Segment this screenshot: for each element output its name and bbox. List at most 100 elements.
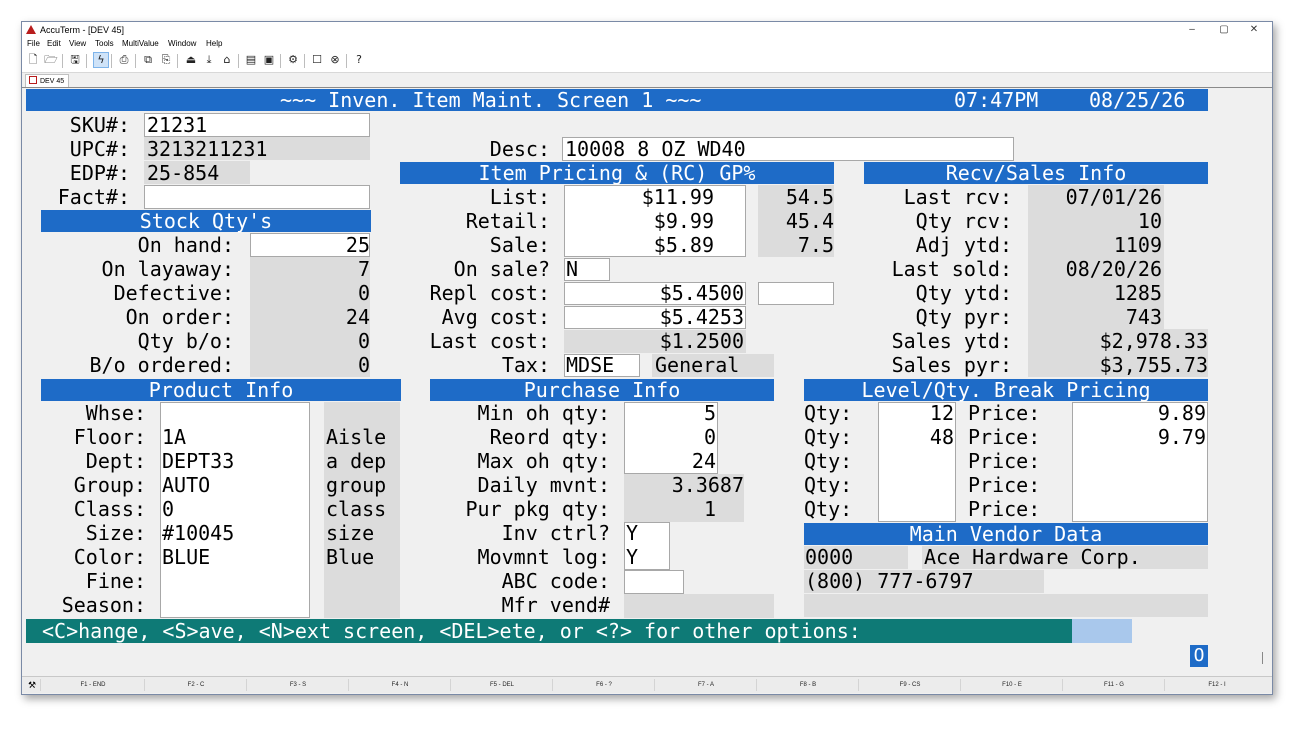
- window-title: AccuTerm - [DEV 45]: [40, 25, 125, 35]
- disconnect-icon[interactable]: ⌂: [220, 53, 234, 67]
- menu-edit[interactable]: Edit: [47, 38, 61, 50]
- abc-code-field[interactable]: [624, 570, 684, 594]
- adj-ytd-label: Adj ytd:: [915, 233, 1012, 257]
- tax-desc-value: General: [655, 353, 740, 377]
- maximize-square-icon[interactable]: ☐: [310, 53, 324, 67]
- desc-value: 10008 8 OZ WD40: [565, 137, 746, 161]
- color-label: Color:: [73, 545, 146, 569]
- open-folder-icon[interactable]: 🗁: [44, 53, 58, 67]
- menu-view[interactable]: View: [69, 38, 86, 50]
- toolbar-separator: [238, 54, 239, 68]
- desc-label: Desc:: [489, 137, 550, 161]
- item-pricing-header: Item Pricing & (RC) GP%: [400, 162, 834, 184]
- break-price-value: [1072, 449, 1206, 473]
- daily-mvnt-value: 3.3687: [671, 473, 744, 497]
- command-input[interactable]: [1072, 619, 1132, 643]
- main-vendor-header: Main Vendor Data: [804, 523, 1208, 545]
- adj-ytd-value: 1109: [1113, 233, 1162, 257]
- on-layaway-label: On layaway:: [101, 257, 234, 281]
- on-order-value: 24: [345, 305, 370, 329]
- help-question-icon[interactable]: ?: [352, 53, 366, 67]
- last-sold-label: Last sold:: [891, 257, 1012, 281]
- class-label: Class:: [73, 497, 146, 521]
- fkey-f5[interactable]: F5 - DEL: [450, 679, 553, 691]
- break-price-label: Price:: [968, 497, 1041, 521]
- stock-qty-header: Stock Qty's: [41, 210, 371, 232]
- inv-ctrl-value: Y: [626, 521, 639, 545]
- repl-cost-extra-field[interactable]: [758, 282, 834, 305]
- fkey-f9[interactable]: F9 - CS: [858, 679, 961, 691]
- list-label: List:: [489, 185, 550, 209]
- fkey-f4[interactable]: F4 - N: [348, 679, 451, 691]
- qty-pyr-value: 743: [1125, 305, 1162, 329]
- toolbar-separator: [304, 54, 305, 68]
- fkey-f6[interactable]: F6 - ?: [552, 679, 655, 691]
- menu-help[interactable]: Help: [206, 38, 222, 50]
- keyboard-icon: ⚒: [28, 680, 37, 690]
- on-order-label: On order:: [125, 305, 234, 329]
- fkey-f11[interactable]: F11 - G: [1062, 679, 1165, 691]
- fkey-f3[interactable]: F3 - S: [246, 679, 349, 691]
- settings-gear-icon[interactable]: ⚙: [286, 53, 300, 67]
- fkey-f2[interactable]: F2 - C: [144, 679, 247, 691]
- close-button[interactable]: ✕: [1240, 22, 1268, 38]
- sales-ytd-value: $2,978.33: [1099, 329, 1208, 353]
- stop-circle-icon[interactable]: ⊗: [328, 53, 342, 67]
- purchase-info-header: Purchase Info: [430, 379, 774, 401]
- mfr-vend-field: [624, 594, 774, 618]
- last-sold-value: 08/20/26: [1065, 257, 1162, 281]
- size-desc: size: [326, 521, 375, 545]
- fkey-f10[interactable]: F10 - E: [960, 679, 1063, 691]
- repl-cost-value: $5.4500: [659, 281, 744, 305]
- paste-icon[interactable]: ⎘: [159, 53, 173, 67]
- color-desc: Blue: [326, 545, 375, 569]
- connect-lightning-icon[interactable]: ϟ: [93, 52, 109, 68]
- break-price-label: Price:: [968, 449, 1041, 473]
- new-file-icon[interactable]: 🗋: [26, 53, 40, 67]
- break-price-label: Price:: [968, 401, 1041, 425]
- session-tab[interactable]: DEV 45: [25, 74, 69, 88]
- sale-label: Sale:: [489, 233, 550, 257]
- save-icon[interactable]: 🖫: [68, 53, 82, 67]
- menu-tools[interactable]: Tools: [95, 38, 114, 50]
- copy-icon[interactable]: ⧉: [141, 53, 155, 67]
- on-sale-value: N: [566, 257, 579, 281]
- menu-window[interactable]: Window: [168, 38, 196, 50]
- vendor-code-value: 0000: [805, 545, 854, 569]
- tax-label: Tax:: [501, 353, 550, 377]
- defective-label: Defective:: [113, 281, 234, 305]
- toolbar-separator: [62, 54, 63, 68]
- menu-file[interactable]: File: [27, 38, 40, 50]
- menu-multivalue[interactable]: MultiValue: [122, 38, 159, 50]
- fkey-f12[interactable]: F12 - I: [1164, 679, 1269, 691]
- minimize-button[interactable]: –: [1178, 22, 1206, 38]
- break-qty-label: Qty:: [804, 425, 853, 449]
- retail-gp: 45.4: [785, 209, 834, 233]
- fkey-f8[interactable]: F8 - B: [756, 679, 859, 691]
- abc-code-label: ABC code:: [501, 569, 610, 593]
- fkey-f7[interactable]: F7 - A: [654, 679, 757, 691]
- capture-icon[interactable]: ▣: [262, 53, 276, 67]
- break-qty-label: Qty:: [804, 449, 853, 473]
- sales-pyr-label: Sales pyr:: [891, 353, 1012, 377]
- avg-cost-value: $5.4253: [659, 305, 744, 329]
- break-qty-value: 48: [929, 425, 954, 449]
- fkey-f1[interactable]: F1 - END: [40, 679, 145, 691]
- fact-field[interactable]: [144, 185, 370, 209]
- restore-button[interactable]: ▢: [1210, 22, 1238, 38]
- movmnt-log-label: Movmnt log:: [477, 545, 610, 569]
- dept-value: DEPT33: [162, 449, 235, 473]
- download-icon[interactable]: ⤓: [202, 53, 216, 67]
- script-icon[interactable]: ▤: [244, 53, 258, 67]
- session-tab-label: DEV 45: [40, 78, 65, 85]
- break-qty-value: [878, 449, 954, 473]
- defective-value: 0: [357, 281, 370, 305]
- size-value: #10045: [162, 521, 235, 545]
- inv-ctrl-label: Inv ctrl?: [501, 521, 610, 545]
- class-desc: class: [326, 497, 387, 521]
- last-rcv-value: 07/01/26: [1065, 185, 1162, 209]
- toolbar: 🗋 🗁 🖫 ϟ ⎙ ⧉ ⎘ ⏏ ⤓ ⌂ ▤ ▣ ⚙ ☐ ⊗ ?: [22, 50, 1272, 73]
- toolbar-separator: [111, 54, 112, 68]
- upload-icon[interactable]: ⏏: [184, 53, 198, 67]
- print-icon[interactable]: ⎙: [117, 53, 131, 67]
